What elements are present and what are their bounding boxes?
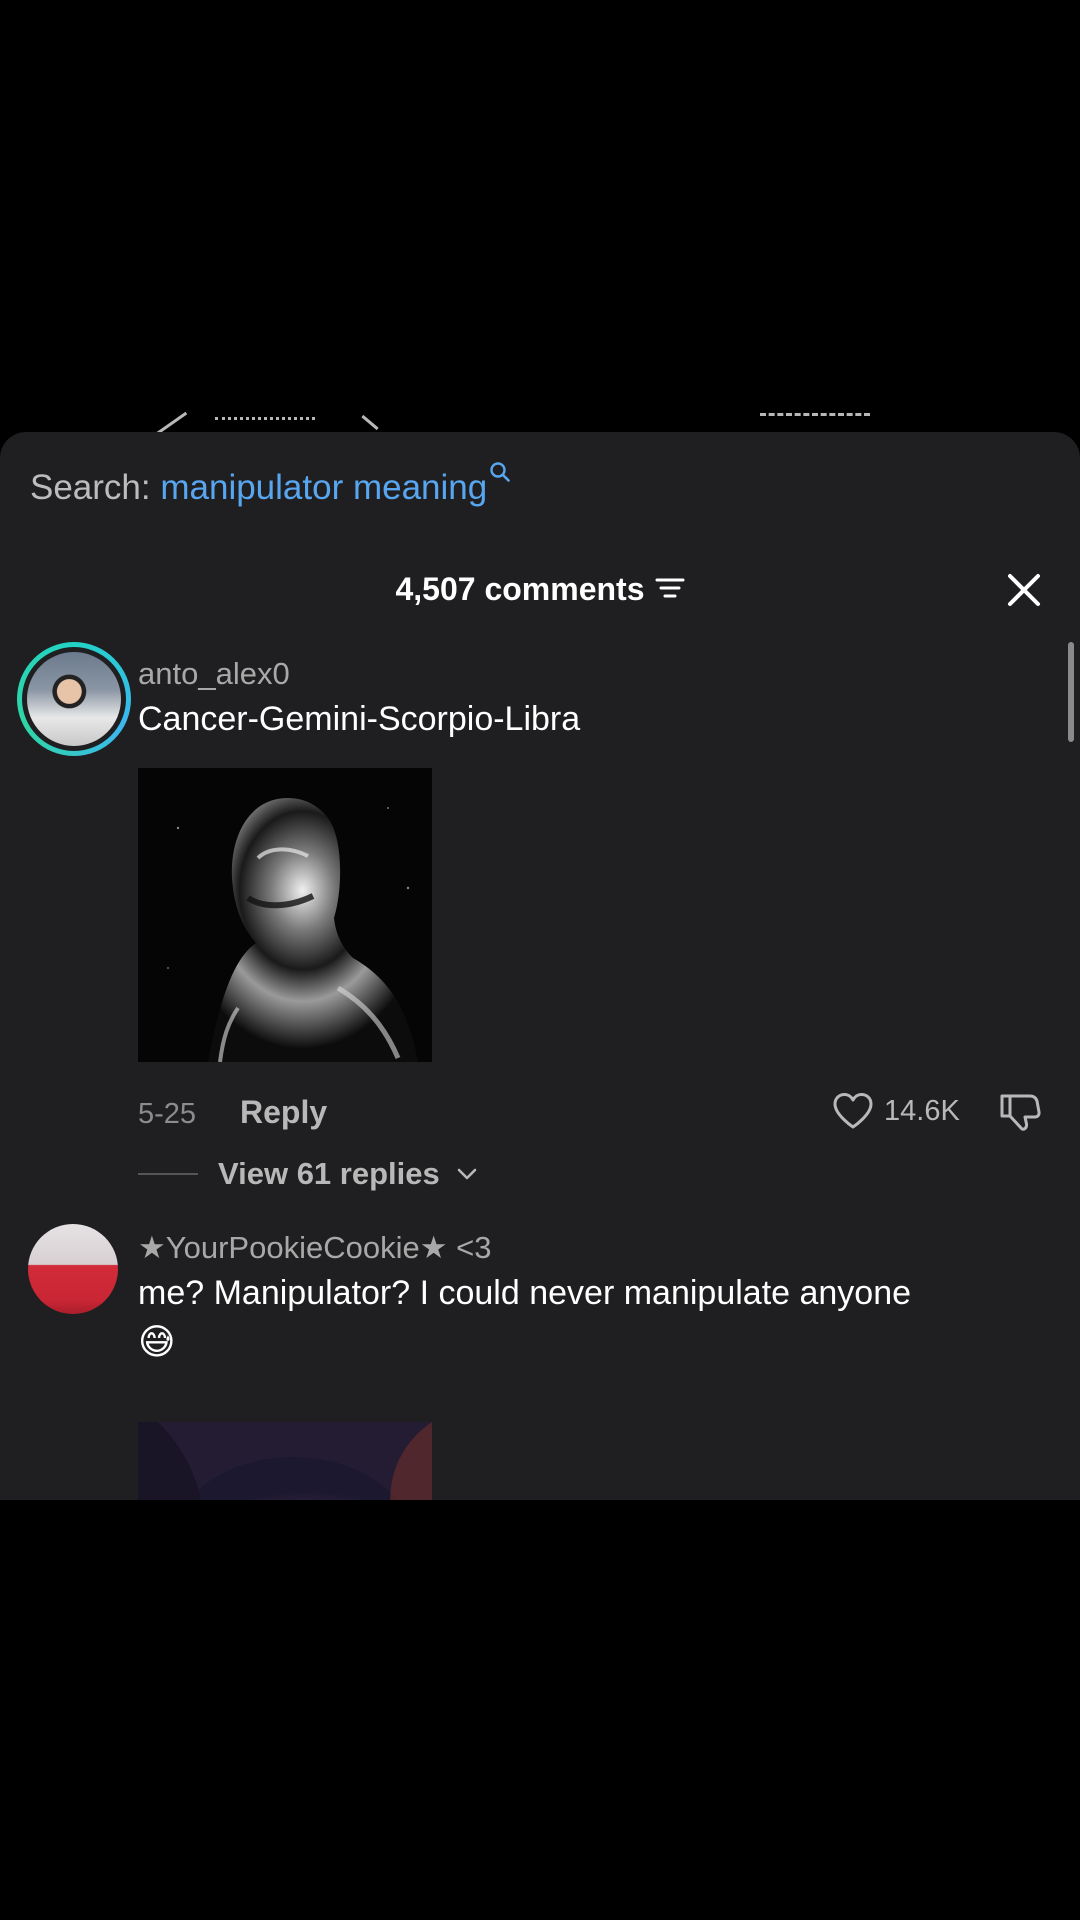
search-prefix: Search:: [30, 468, 151, 507]
like-button[interactable]: 14.6K: [832, 1092, 960, 1130]
video-player[interactable]: [0, 0, 1080, 440]
comment-username[interactable]: anto_alex0: [138, 656, 290, 692]
thumbs-down-icon: [1000, 1094, 1041, 1131]
reply-button[interactable]: Reply: [240, 1094, 327, 1131]
replies-divider: [138, 1173, 198, 1175]
chrome-figure-image: [138, 768, 432, 1062]
comment-count: 4,507 comments: [395, 571, 645, 607]
comment-text: me? Manipulator? I could never manipulat…: [138, 1268, 1038, 1368]
chevron-down-icon: [457, 1168, 477, 1180]
view-replies-button[interactable]: View 61 replies: [138, 1156, 478, 1192]
comment-username[interactable]: ★YourPookieCookie★ <3: [138, 1230, 491, 1266]
comment-text: Cancer-Gemini-Scorpio-Libra: [138, 700, 581, 738]
search-icon: [489, 452, 511, 492]
comment-attached-image[interactable]: [138, 1422, 432, 1500]
comments-header: 4,507 comments: [0, 564, 1080, 614]
sort-icon[interactable]: [655, 564, 685, 614]
search-term-link[interactable]: manipulator meaning: [160, 468, 487, 507]
scrollbar[interactable]: [1068, 642, 1074, 742]
close-button[interactable]: [1002, 568, 1046, 612]
comment-date: 5-25: [138, 1098, 197, 1130]
comment-item: ★YourPookieCookie★ <3 me? Manipulator? I…: [0, 1224, 1060, 1500]
avatar[interactable]: [17, 642, 131, 756]
comments-sheet: Search: manipulator meaning 4,507 commen…: [0, 432, 1080, 1500]
comment-attached-image[interactable]: [138, 768, 432, 1062]
comment-item: anto_alex0 Cancer-Gemini-Scorpio-Libra 5…: [0, 642, 1060, 1191]
comment-emoji: 😅: [138, 1322, 176, 1363]
search-suggestion[interactable]: Search: manipulator meaning: [30, 462, 511, 508]
comment-text-body: me? Manipulator? I could never manipulat…: [138, 1274, 912, 1312]
dislike-button[interactable]: [998, 1092, 1042, 1137]
heart-icon: [833, 1093, 873, 1129]
close-icon: [1008, 574, 1040, 606]
face-photo-image: [138, 1422, 432, 1500]
video-frame-peek: [0, 405, 1080, 435]
avatar-photo: [27, 652, 121, 746]
view-replies-label: View 61 replies: [218, 1156, 440, 1191]
like-count: 14.6K: [884, 1094, 960, 1127]
avatar[interactable]: [28, 1224, 118, 1314]
